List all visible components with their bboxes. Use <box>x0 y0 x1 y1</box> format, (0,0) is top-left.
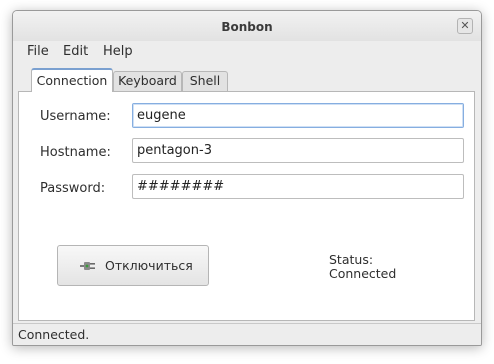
disconnect-button-label: Отключиться <box>105 258 193 273</box>
menu-file[interactable]: File <box>27 44 49 59</box>
hostname-label: Hostname: <box>40 145 111 160</box>
password-label: Password: <box>40 181 106 196</box>
username-field[interactable] <box>132 103 464 128</box>
tab-connection[interactable]: Connection <box>31 68 113 92</box>
menu-bar: File Edit Help <box>13 44 481 62</box>
status-value: Connected <box>329 266 397 281</box>
statusbar-text: Connected. <box>18 327 90 342</box>
username-label: Username: <box>40 109 111 124</box>
status-label: Status: <box>329 252 374 267</box>
title-bar[interactable]: Bonbon ✕ <box>13 11 481 41</box>
connection-panel: Username: Hostname: Password: Отключитьс… <box>18 91 475 321</box>
window-title: Bonbon <box>221 20 273 34</box>
app-window: Bonbon ✕ File Edit Help Connection Keybo… <box>12 10 482 346</box>
plug-icon <box>80 259 96 276</box>
close-icon: ✕ <box>460 19 470 32</box>
hostname-field[interactable] <box>132 138 464 163</box>
menu-help[interactable]: Help <box>103 44 133 59</box>
close-button[interactable]: ✕ <box>457 18 473 34</box>
tab-shell[interactable]: Shell <box>182 71 228 91</box>
disconnect-button[interactable]: Отключиться <box>57 245 209 286</box>
status-bar: Connected. <box>13 323 481 345</box>
password-field[interactable] <box>132 174 464 199</box>
tab-keyboard[interactable]: Keyboard <box>113 71 182 91</box>
menu-edit[interactable]: Edit <box>63 44 88 59</box>
